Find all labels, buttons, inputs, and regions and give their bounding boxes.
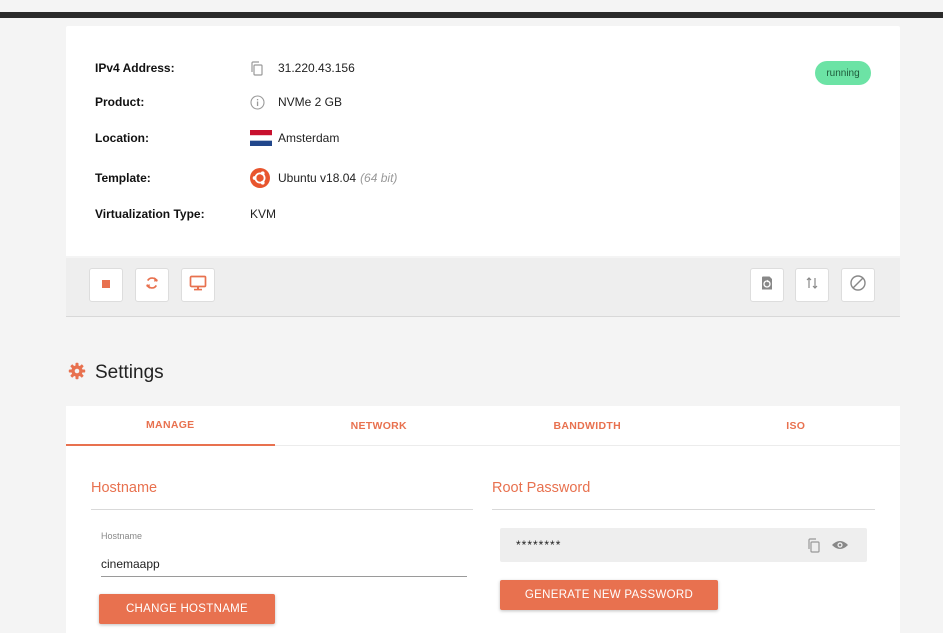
settings-card: MANAGE NETWORK BANDWIDTH ISO Hostname Ho…: [66, 406, 900, 633]
generate-password-button[interactable]: GENERATE NEW PASSWORD: [500, 580, 718, 610]
settings-heading: Settings: [68, 360, 164, 386]
copy-icon[interactable]: [250, 56, 278, 80]
settings-tabs: MANAGE NETWORK BANDWIDTH ISO: [66, 406, 900, 446]
info-row-product: Product: NVMe 2 GB: [95, 90, 342, 114]
tab-network[interactable]: NETWORK: [275, 406, 484, 446]
ipv4-value: 31.220.43.156: [278, 61, 355, 75]
location-value: Amsterdam: [278, 131, 340, 145]
root-password-value: ********: [516, 538, 562, 552]
console-icon: [189, 275, 207, 296]
console-button[interactable]: [181, 268, 215, 302]
info-icon: [250, 90, 278, 114]
restart-icon: [144, 275, 160, 296]
transfer-button[interactable]: [795, 268, 829, 302]
root-password-section-title: Root Password: [492, 480, 591, 496]
copy-password-icon[interactable]: [806, 537, 822, 553]
transfer-icon: [804, 275, 820, 296]
info-row-location: Location: Amsterdam: [95, 126, 339, 150]
hostname-field-label: Hostname: [101, 531, 143, 541]
settings-title: Settings: [95, 362, 164, 383]
netherlands-flag-icon: [250, 126, 278, 150]
root-password-divider: [492, 509, 875, 510]
virtualization-label: Virtualization Type:: [95, 207, 205, 221]
location-label: Location:: [95, 131, 149, 145]
action-bar: [66, 258, 900, 317]
backup-button[interactable]: [750, 268, 784, 302]
disable-icon: [849, 274, 867, 297]
template-os: Ubuntu v18.04: [278, 171, 357, 185]
hostname-input[interactable]: [101, 551, 467, 577]
disable-button[interactable]: [841, 268, 875, 302]
template-arch: (64 bit): [360, 171, 398, 185]
root-password-field[interactable]: ********: [500, 528, 867, 562]
restart-button[interactable]: [135, 268, 169, 302]
gear-icon: [68, 362, 86, 385]
show-password-eye-icon[interactable]: [830, 537, 850, 553]
virtualization-value: KVM: [250, 207, 277, 221]
server-info-card: IPv4 Address: 31.220.43.156 Product: NVM…: [66, 26, 900, 256]
top-bar: [0, 12, 943, 18]
ubuntu-logo-icon: [250, 166, 278, 190]
template-label: Template:: [95, 171, 151, 185]
info-row-ipv4: IPv4 Address: 31.220.43.156: [95, 56, 355, 80]
info-row-virtualization: Virtualization Type: KVM: [95, 202, 276, 226]
ipv4-label: IPv4 Address:: [95, 61, 175, 75]
template-value: Ubuntu v18.04 (64 bit): [278, 171, 397, 185]
hostname-divider: [91, 509, 473, 510]
info-row-template: Template: Ubuntu v18.04 (64 bit): [95, 166, 397, 190]
status-badge: running: [815, 61, 871, 85]
tab-iso[interactable]: ISO: [692, 406, 901, 446]
change-hostname-button[interactable]: CHANGE HOSTNAME: [99, 594, 275, 624]
product-label: Product:: [95, 95, 145, 109]
stop-icon: [101, 276, 111, 294]
stop-button[interactable]: [89, 268, 123, 302]
backup-icon: [759, 275, 775, 296]
tab-bandwidth[interactable]: BANDWIDTH: [483, 406, 692, 446]
tab-manage[interactable]: MANAGE: [66, 406, 275, 446]
product-value: NVMe 2 GB: [278, 95, 343, 109]
hostname-section-title: Hostname: [91, 480, 158, 496]
